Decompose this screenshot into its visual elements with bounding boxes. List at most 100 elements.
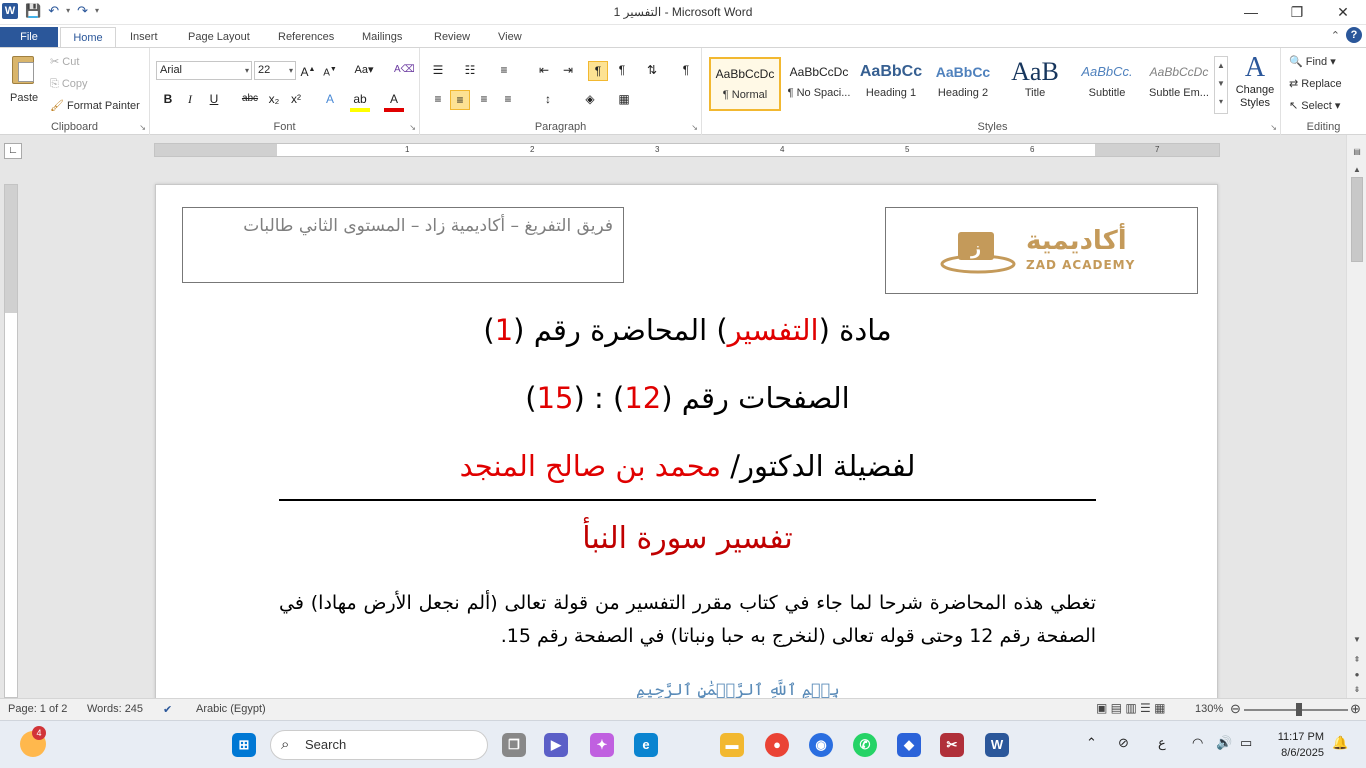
justify-icon[interactable]: ≡ [498, 90, 518, 108]
sort-icon[interactable]: ⇅ [642, 61, 662, 79]
select-button[interactable]: ↖ Select ▾ [1289, 98, 1340, 114]
clock[interactable]: 11:17 PM 8/6/2025 [1268, 729, 1324, 761]
align-right-icon[interactable]: ≡ [474, 90, 494, 108]
ime-indicator[interactable]: ع [1158, 735, 1166, 751]
tab-insert[interactable]: Insert [122, 27, 166, 48]
rtl-icon[interactable]: ¶ [612, 61, 632, 79]
tab-mailings[interactable]: Mailings [354, 27, 410, 48]
style-title[interactable]: AaB Title [999, 57, 1071, 111]
bold-button[interactable]: B [158, 90, 178, 108]
battery-icon[interactable]: ▭ [1240, 735, 1252, 751]
chrome-icon[interactable]: ● [765, 733, 789, 757]
edge-icon[interactable]: e [634, 733, 658, 757]
next-page-icon[interactable]: ⇟ [1347, 685, 1366, 694]
numbering-icon[interactable]: ☷ [460, 61, 480, 79]
line-spacing-icon[interactable]: ↕ [538, 90, 558, 108]
font-dialog-launcher-icon[interactable]: ↘ [409, 123, 416, 132]
start-icon[interactable]: ⊞ [232, 733, 256, 757]
document-page[interactable]: فريق التفريغ – أكاديمية زاد – المستوى ال… [155, 184, 1218, 704]
decrease-indent-icon[interactable]: ⇤ [534, 61, 554, 79]
zoom-slider-thumb[interactable] [1296, 703, 1302, 716]
teams-icon[interactable]: ▶ [544, 733, 568, 757]
header-textbox[interactable]: فريق التفريغ – أكاديمية زاد – المستوى ال… [182, 207, 624, 283]
tab-references[interactable]: References [270, 27, 342, 48]
borders-icon[interactable]: ▦ [614, 90, 634, 108]
font-color-icon[interactable]: A [384, 90, 404, 112]
wifi-icon[interactable]: ◠ [1192, 735, 1203, 751]
tab-file[interactable]: File [0, 27, 58, 48]
style-heading-1[interactable]: AaBbCc Heading 1 [855, 57, 927, 111]
app-icon[interactable]: ◆ [897, 733, 921, 757]
horizontal-ruler[interactable]: 1 2 3 4 5 6 7 [154, 143, 1220, 157]
style-normal[interactable]: AaBbCcDc ¶ Normal [709, 57, 781, 111]
scroll-up-icon[interactable]: ▲ [1347, 165, 1366, 174]
show-hidden-icons[interactable]: ⌃ [1086, 735, 1097, 751]
align-left-icon[interactable]: ≡ [428, 90, 448, 108]
style-subtitle[interactable]: AaBbCc. Subtitle [1071, 57, 1143, 111]
replace-button[interactable]: ⇄ Replace [1289, 76, 1342, 92]
weather-icon[interactable]: 4 [20, 726, 46, 757]
change-styles-button[interactable]: A Change Styles [1233, 52, 1277, 110]
strikethrough-button[interactable]: abc [238, 90, 262, 108]
font-size-select[interactable]: 22 ▾ [254, 61, 296, 80]
underline-button[interactable]: U [204, 90, 224, 108]
word-count[interactable]: Words: 245 [87, 703, 143, 715]
vertical-scrollbar[interactable]: ▤ ▲ ▼ ⇞ ● ⇟ [1346, 135, 1366, 698]
shading-icon[interactable]: ◈ [580, 90, 600, 108]
bullets-icon[interactable]: ☰ [428, 61, 448, 79]
task-view-icon[interactable]: ❐ [502, 733, 526, 757]
help-icon[interactable]: ? [1346, 27, 1362, 43]
vertical-ruler[interactable] [4, 184, 18, 698]
styles-dialog-launcher-icon[interactable]: ↘ [1270, 123, 1277, 132]
close-button[interactable]: ✕ [1320, 0, 1366, 25]
tab-selector[interactable]: ∟ [4, 143, 22, 159]
network-off-icon[interactable]: ⊘ [1118, 735, 1129, 751]
taskbar-search[interactable]: ⌕ Search [270, 730, 488, 760]
style-no-spacing[interactable]: AaBbCcDc ¶ No Spaci... [783, 57, 855, 111]
minimize-button[interactable]: — [1228, 0, 1274, 25]
file-explorer-icon[interactable]: ▬ [720, 733, 744, 757]
change-case-icon[interactable]: Aa▾ [354, 61, 374, 79]
tab-home[interactable]: Home [60, 27, 116, 48]
snipping-tool-icon[interactable]: ✂ [940, 733, 964, 757]
dialog-launcher-icon[interactable]: ↘ [139, 123, 146, 132]
zoom-in-icon[interactable]: ⊕ [1350, 701, 1361, 717]
zoom-level[interactable]: 130% [1195, 703, 1223, 715]
tab-review[interactable]: Review [426, 27, 478, 48]
italic-button[interactable]: I [180, 90, 200, 108]
whatsapp-icon[interactable]: ✆ [853, 733, 877, 757]
shrink-font-icon[interactable]: A▼ [320, 61, 340, 82]
copy-button[interactable]: ⎘ Copy [50, 76, 88, 92]
view-buttons[interactable]: ▣ ▤ ▥ ☰ ▦ [1096, 701, 1165, 715]
text-effects-icon[interactable]: A [320, 90, 340, 108]
collapse-ribbon-icon[interactable]: ⌃ [1331, 29, 1340, 42]
multilevel-list-icon[interactable]: ≡ [494, 61, 514, 79]
font-name-select[interactable]: Arial ▾ [156, 61, 252, 80]
scrollbar-thumb[interactable] [1351, 177, 1363, 262]
subscript-button[interactable]: x₂ [264, 90, 284, 108]
firefox-icon[interactable]: ◉ [809, 733, 833, 757]
align-center-icon[interactable]: ≡ [450, 90, 470, 110]
tab-page-layout[interactable]: Page Layout [180, 27, 258, 48]
superscript-button[interactable]: x² [286, 90, 306, 108]
paste-button[interactable]: Paste [10, 90, 38, 106]
find-button[interactable]: 🔍 Find ▾ [1289, 54, 1336, 70]
ruler-toggle-icon[interactable]: ▤ [1347, 147, 1366, 156]
tab-view[interactable]: View [490, 27, 530, 48]
copilot-icon[interactable]: ✦ [590, 733, 614, 757]
restore-button[interactable]: ❐ [1274, 0, 1320, 25]
clear-formatting-icon[interactable]: A⌫ [394, 61, 415, 79]
word-taskbar-icon[interactable]: W [985, 733, 1009, 757]
paste-icon[interactable] [8, 52, 38, 88]
page-count[interactable]: Page: 1 of 2 [8, 703, 67, 715]
grow-font-icon[interactable]: A▲ [298, 61, 318, 81]
style-subtle-emphasis[interactable]: AaBbCcDc Subtle Em... [1143, 57, 1215, 111]
browse-object-icon[interactable]: ● [1347, 670, 1366, 679]
zoom-out-icon[interactable]: ⊖ [1230, 701, 1241, 717]
style-heading-2[interactable]: AaBbCc Heading 2 [927, 57, 999, 111]
proofing-icon[interactable]: ✔ [163, 703, 172, 716]
ltr-icon[interactable]: ¶ [588, 61, 608, 81]
highlight-icon[interactable]: ab [350, 90, 370, 112]
language-indicator[interactable]: Arabic (Egypt) [196, 703, 266, 715]
previous-page-icon[interactable]: ⇞ [1347, 655, 1366, 664]
